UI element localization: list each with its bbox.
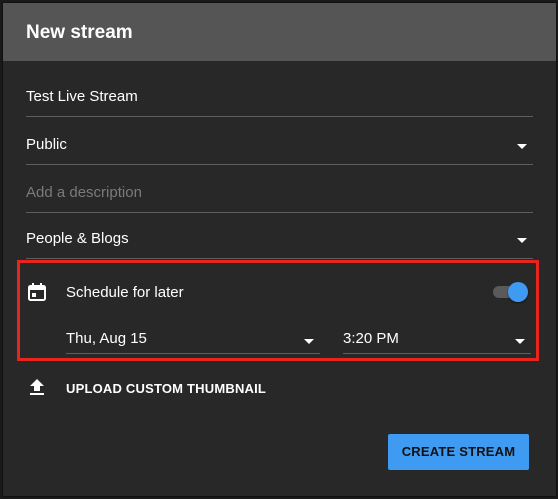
description-placeholder: Add a description	[26, 184, 142, 201]
chevron-down-icon	[304, 339, 314, 344]
upload-thumbnail-button[interactable]: UPLOAD CUSTOM THUMBNAIL	[66, 381, 266, 396]
calendar-icon	[28, 283, 46, 301]
toggle-knob	[508, 282, 528, 302]
date-select[interactable]: Thu, Aug 15	[66, 320, 320, 354]
description-field[interactable]: Add a description	[26, 180, 533, 213]
chevron-down-icon	[515, 339, 525, 344]
chevron-down-icon	[517, 144, 527, 149]
category-select[interactable]: People & Blogs	[26, 226, 533, 259]
schedule-label: Schedule for later	[66, 284, 184, 301]
visibility-value: Public	[26, 136, 67, 153]
category-value: People & Blogs	[26, 230, 129, 247]
upload-icon[interactable]	[28, 378, 46, 396]
stream-title-value: Test Live Stream	[26, 88, 138, 105]
create-stream-button[interactable]: CREATE STREAM	[388, 434, 529, 470]
stream-title-field[interactable]: Test Live Stream	[26, 84, 533, 117]
schedule-toggle[interactable]	[493, 282, 528, 302]
new-stream-dialog: New stream Test Live Stream Public Add a…	[3, 3, 556, 496]
time-value: 3:20 PM	[343, 330, 399, 347]
date-value: Thu, Aug 15	[66, 330, 147, 347]
dialog-header: New stream	[3, 3, 556, 61]
time-select[interactable]: 3:20 PM	[343, 320, 531, 354]
visibility-select[interactable]: Public	[26, 132, 533, 165]
chevron-down-icon	[517, 238, 527, 243]
dialog-title: New stream	[26, 22, 133, 43]
